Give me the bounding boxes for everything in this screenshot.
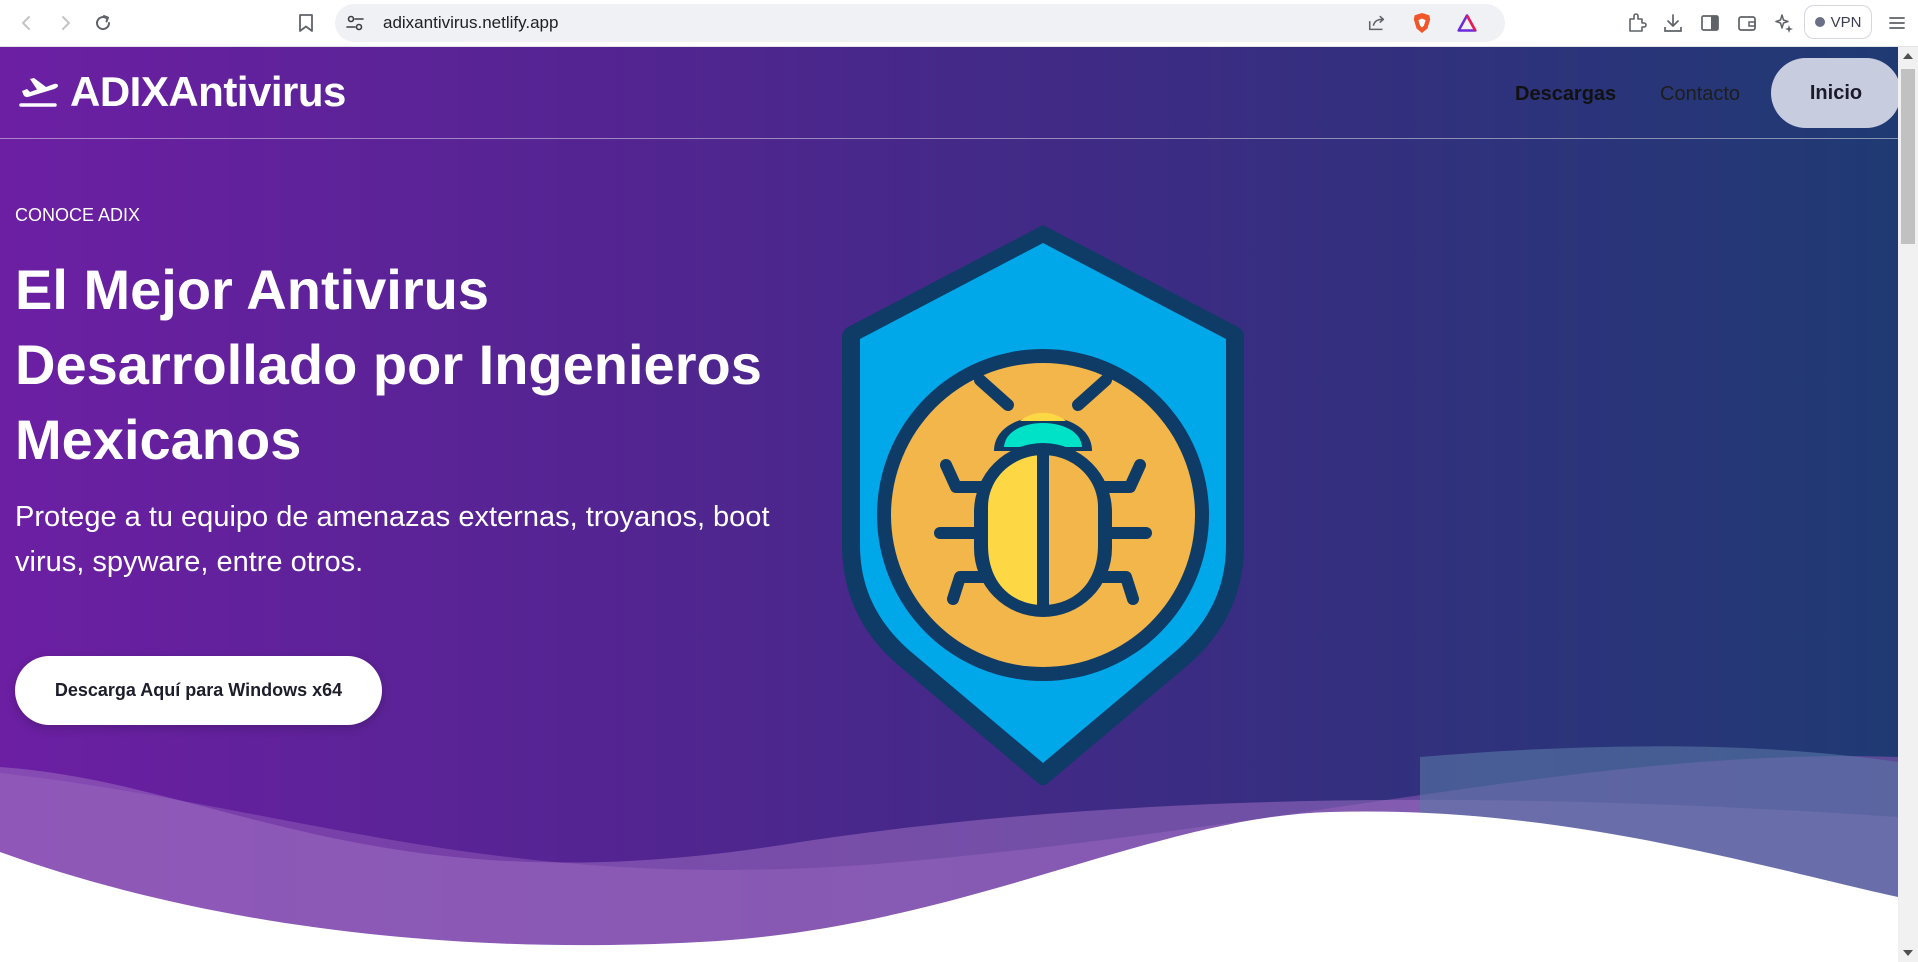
chevron-left-icon [22, 16, 30, 30]
nav-contacto-link[interactable]: Contacto [1660, 83, 1740, 106]
site-logo[interactable]: ADIXAntivirus [18, 67, 346, 117]
brave-rewards-icon[interactable] [1457, 13, 1477, 33]
chevron-right-icon [62, 16, 70, 30]
browser-toolbar: adixantivirus.netlify.app VPN [0, 0, 1918, 47]
vpn-status-icon [1814, 17, 1825, 27]
bookmark-icon [299, 14, 313, 32]
scroll-down-arrow-icon[interactable] [1903, 950, 1913, 956]
vpn-button[interactable]: VPN [1804, 5, 1872, 39]
leo-ai-icon[interactable] [1771, 10, 1797, 36]
reload-button[interactable] [88, 8, 118, 38]
share-icon[interactable] [1367, 13, 1387, 33]
hero-headline: El Mejor Antivirus Desarrollado por Inge… [15, 258, 762, 471]
hero-subhead: Protege a tu equipo de amenazas externas… [15, 501, 770, 578]
reload-icon [96, 15, 111, 31]
menu-icon[interactable] [1884, 10, 1910, 36]
nav-inicio-button[interactable]: Inicio [1771, 58, 1898, 128]
vpn-label: VPN [1830, 13, 1862, 31]
hero-section: ADIXAntivirus Descargas Contacto Inicio … [0, 47, 1898, 962]
web-page: ADIXAntivirus Descargas Contacto Inicio … [0, 47, 1898, 962]
download-icon[interactable] [1660, 10, 1686, 36]
logo-text: ADIXAntivirus [70, 68, 346, 115]
brave-shields-icon[interactable] [1412, 13, 1432, 33]
url-text[interactable]: adixantivirus.netlify.app [383, 4, 558, 42]
address-bar[interactable]: adixantivirus.netlify.app [335, 4, 1505, 42]
scroll-up-arrow-icon[interactable] [1903, 53, 1913, 59]
extensions-icon[interactable] [1624, 10, 1650, 36]
forward-button[interactable] [50, 8, 80, 38]
back-button[interactable] [12, 8, 42, 38]
page-scrollbar[interactable] [1898, 47, 1918, 962]
header-divider [0, 138, 1898, 139]
scroll-thumb[interactable] [1901, 69, 1915, 244]
wallet-icon[interactable] [1734, 10, 1760, 36]
wave-decoration [0, 746, 1898, 962]
airplane-departure-icon [19, 78, 59, 107]
sidebar-icon[interactable] [1697, 10, 1723, 36]
nav-descargas-link[interactable]: Descargas [1515, 83, 1616, 106]
site-settings-icon[interactable] [345, 13, 365, 33]
hero-eyebrow: CONOCE ADIX [15, 205, 141, 225]
bookmark-button[interactable] [291, 8, 321, 38]
